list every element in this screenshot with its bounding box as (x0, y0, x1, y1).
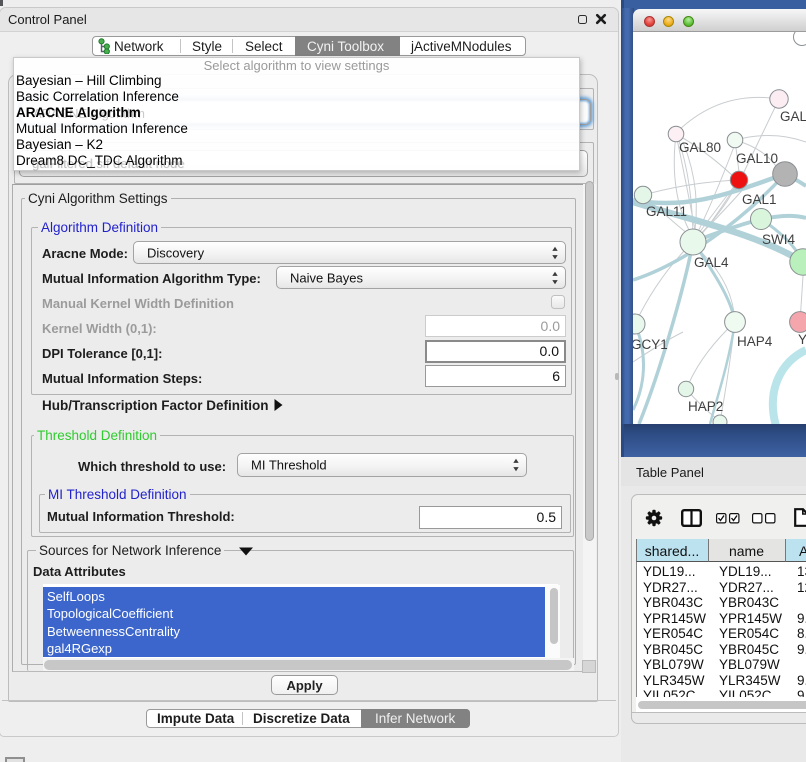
svg-text:HAP2: HAP2 (688, 399, 723, 414)
svg-text:GAL1: GAL1 (742, 192, 777, 207)
svg-text:GAL7: GAL7 (780, 109, 806, 124)
svg-text:HAP4: HAP4 (737, 334, 773, 349)
svg-text:GAL10: GAL10 (736, 151, 778, 166)
svg-text:GAL4: GAL4 (694, 255, 729, 270)
svg-text:GAL11: GAL11 (646, 204, 687, 219)
svg-text:SWI4: SWI4 (762, 232, 795, 247)
svg-text:GAL80: GAL80 (679, 140, 721, 155)
svg-text:Y: Y (798, 332, 806, 347)
svg-text:GCY1: GCY1 (633, 337, 668, 352)
